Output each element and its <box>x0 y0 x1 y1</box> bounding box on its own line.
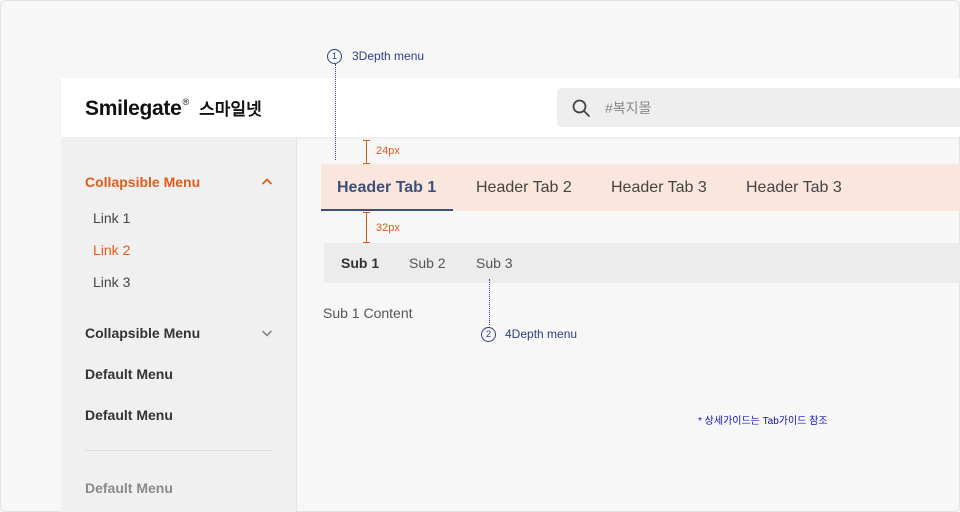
sidebar-default-menu-2[interactable]: Default Menu <box>85 403 273 427</box>
tab-header-1[interactable]: Header Tab 1 <box>337 164 436 211</box>
search-box[interactable] <box>557 88 960 127</box>
tab-header-4[interactable]: Header Tab 3 <box>746 164 842 211</box>
active-tab-indicator <box>321 209 453 211</box>
annotation-number-1: 1 <box>327 49 342 64</box>
logo-wordmark: Smilegate <box>85 97 182 120</box>
annotation-leader-1 <box>335 64 336 160</box>
sidebar-link-2[interactable]: Link 2 <box>93 242 130 258</box>
search-input[interactable] <box>603 98 907 117</box>
sidebar-item-label: Default Menu <box>85 407 173 423</box>
sidebar-link-3[interactable]: Link 3 <box>93 274 130 290</box>
sidebar-collapsible-menu-2[interactable]: Collapsible Menu <box>85 321 273 345</box>
spacing-label-32: 32px <box>376 222 400 234</box>
spacing-marker-24 <box>363 140 370 164</box>
sidebar-default-menu-1[interactable]: Default Menu <box>85 362 273 386</box>
annotation-number-2: 2 <box>481 327 496 342</box>
tab-header-2[interactable]: Header Tab 2 <box>476 164 572 211</box>
spacing-label-24: 24px <box>376 145 400 157</box>
tab-header-3[interactable]: Header Tab 3 <box>611 164 707 211</box>
sidebar-item-label: Default Menu <box>85 480 173 496</box>
sidebar-collapsible-menu-1[interactable]: Collapsible Menu <box>85 170 273 194</box>
spacing-marker-32 <box>363 212 370 243</box>
sidebar: Collapsible Menu Link 1 Link 2 Link 3 Co… <box>61 137 297 512</box>
logo[interactable]: Smilegate ® 스마일넷 <box>85 95 262 121</box>
sub-content-text: Sub 1 Content <box>323 305 413 321</box>
sidebar-item-label: Collapsible Menu <box>85 174 201 190</box>
sidebar-divider <box>85 450 273 451</box>
chevron-down-icon <box>261 330 273 337</box>
top-header: Smilegate ® 스마일넷 <box>61 78 960 137</box>
logo-korean: 스마일넷 <box>199 100 262 119</box>
sidebar-item-label: Default Menu <box>85 366 173 382</box>
guide-reference-note: * 상세가이드는 Tab가이드 참조 <box>698 416 828 427</box>
annotation-4depth-label: 4Depth menu <box>505 327 578 341</box>
sub-tab-bar: Sub 1 Sub 2 Sub 3 <box>324 243 960 283</box>
logo-registered-mark: ® <box>182 97 190 107</box>
sidebar-item-label: Collapsible Menu <box>85 325 201 341</box>
annotation-3depth-label: 3Depth menu <box>352 49 425 63</box>
chevron-up-icon <box>261 178 273 185</box>
sidebar-link-1[interactable]: Link 1 <box>93 210 130 226</box>
search-icon <box>572 99 590 117</box>
annotation-leader-2 <box>489 279 490 325</box>
sidebar-default-menu-3[interactable]: Default Menu <box>85 476 273 500</box>
tab-sub-2[interactable]: Sub 2 <box>409 243 446 283</box>
tab-sub-1[interactable]: Sub 1 <box>341 243 379 283</box>
header-tab-bar: Header Tab 1 Header Tab 2 Header Tab 3 H… <box>321 164 960 211</box>
tab-sub-3[interactable]: Sub 3 <box>476 243 513 283</box>
